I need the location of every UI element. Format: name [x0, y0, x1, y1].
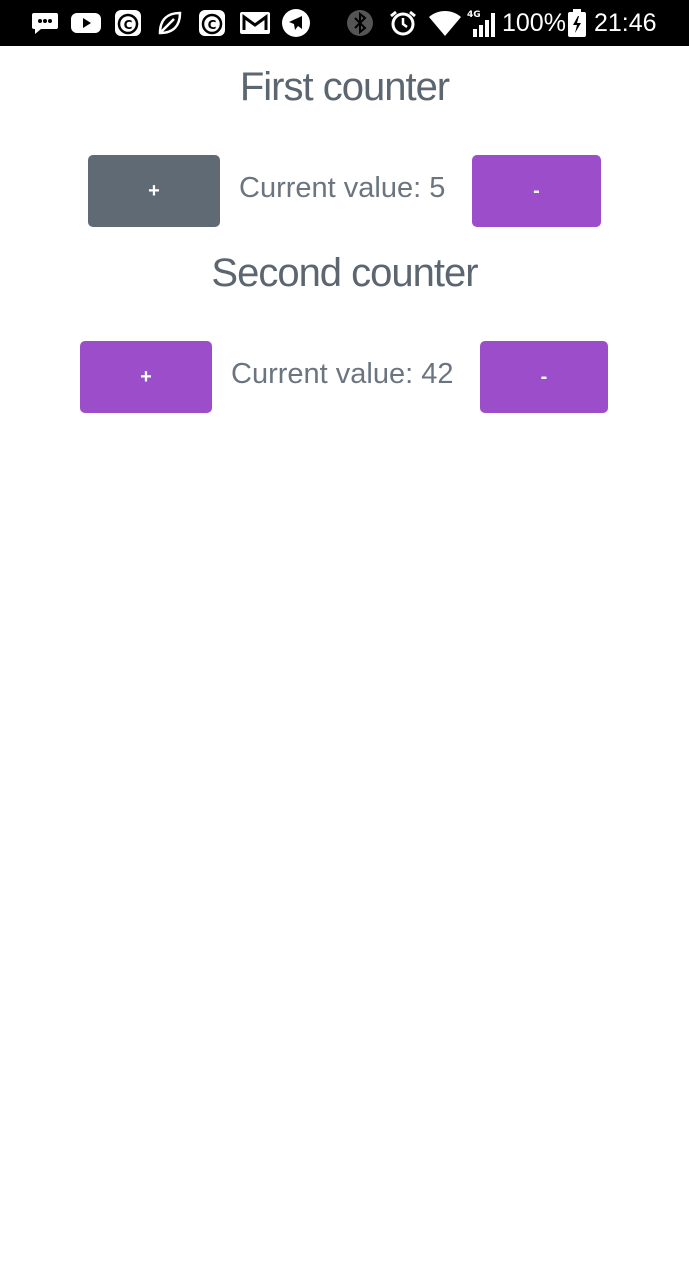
telegram-icon — [280, 0, 312, 46]
battery-charging-icon — [566, 0, 588, 46]
svg-text:C: C — [124, 18, 133, 32]
alarm-icon — [387, 0, 419, 46]
decrement-button[interactable]: - — [472, 155, 601, 227]
svg-text:C: C — [208, 18, 217, 32]
gmail-icon — [238, 0, 272, 46]
counter-title: Second counter — [211, 251, 478, 295]
battery-percent: 100% — [502, 9, 566, 37]
c-app-icon: C — [197, 0, 227, 46]
c-app-icon: C — [113, 0, 143, 46]
clock: 21:46 — [594, 9, 657, 37]
current-value: Current value: 42 — [231, 358, 454, 390]
increment-button[interactable]: + — [80, 341, 212, 413]
decrement-button[interactable]: - — [480, 341, 608, 413]
increment-button[interactable]: + — [88, 155, 220, 227]
svg-text:4G: 4G — [467, 10, 481, 20]
counter-title: First counter — [239, 65, 450, 109]
signal-icon: 4G — [465, 0, 497, 46]
chat-icon — [30, 0, 60, 46]
leaf-icon — [155, 0, 185, 46]
current-value: Current value: 5 — [239, 172, 446, 204]
bluetooth-icon — [345, 0, 375, 46]
youtube-icon — [70, 0, 102, 46]
status-bar: C C 4G 100% 21:46 — [0, 0, 689, 46]
wifi-icon — [428, 0, 462, 46]
